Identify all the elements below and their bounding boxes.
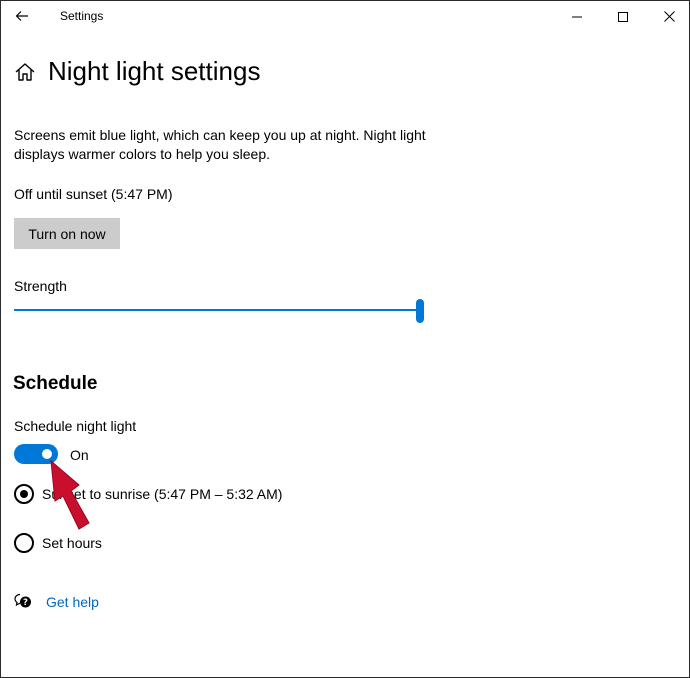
night-light-description: Screens emit blue light, which can keep …	[14, 127, 426, 162]
svg-text:?: ?	[23, 598, 28, 608]
radio-dot	[20, 490, 28, 498]
window-title: Settings	[60, 9, 104, 23]
close-icon	[663, 11, 675, 22]
toggle-knob	[42, 449, 52, 459]
red-arrow-icon	[50, 459, 90, 530]
back-button[interactable]	[10, 5, 34, 27]
turn-on-now-button[interactable]: Turn on now	[14, 218, 120, 249]
strength-slider-track	[14, 309, 420, 311]
settings-window: Settings Night light settings Screens em…	[0, 0, 690, 678]
set-hours-label: Set hours	[42, 535, 102, 551]
page-title: Night light settings	[48, 56, 261, 86]
maximize-button[interactable]	[600, 1, 646, 32]
strength-label: Strength	[14, 278, 67, 294]
radio-button[interactable]	[14, 533, 34, 553]
minimize-icon	[572, 16, 582, 17]
get-help-link[interactable]: Get help	[46, 594, 99, 610]
night-light-status: Off until sunset (5:47 PM)	[14, 186, 173, 202]
back-arrow-icon	[15, 11, 28, 21]
minimize-button[interactable]	[554, 1, 600, 32]
radio-button-selected[interactable]	[14, 484, 34, 504]
schedule-section-title: Schedule	[13, 373, 98, 394]
strength-slider-thumb[interactable]	[416, 299, 424, 323]
maximize-icon	[618, 11, 628, 22]
home-icon	[15, 63, 35, 81]
help-chat-icon: ?	[14, 593, 31, 608]
schedule-night-light-label: Schedule night light	[14, 418, 137, 434]
strength-slider[interactable]	[14, 297, 426, 323]
close-button[interactable]	[646, 1, 690, 32]
title-bar: Settings	[1, 1, 689, 32]
